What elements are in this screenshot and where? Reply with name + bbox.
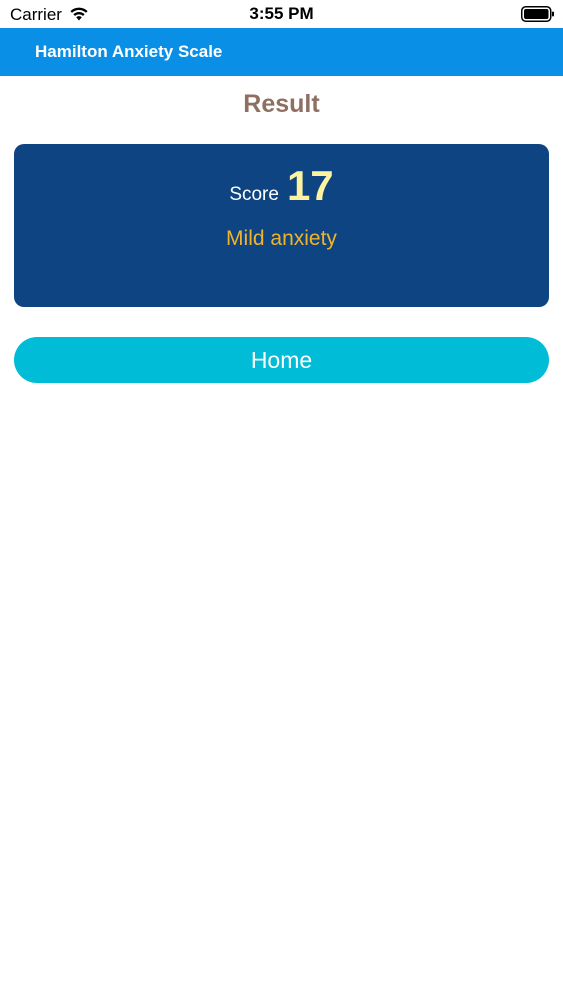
score-description: Mild anxiety — [226, 227, 337, 250]
home-button[interactable]: Home — [14, 337, 549, 383]
score-row: Score 17 — [14, 162, 549, 210]
status-bar: Carrier 3:55 PM — [0, 0, 563, 28]
score-label: Score — [229, 184, 279, 205]
page-title: Result — [243, 90, 320, 118]
battery-icon — [521, 6, 554, 22]
score-value: 17 — [286, 162, 334, 209]
app-bar: Hamilton Anxiety Scale — [0, 28, 563, 76]
result-card: Score 17 Mild anxiety — [14, 144, 549, 307]
clock: 3:55 PM — [249, 4, 314, 23]
app-title: Hamilton Anxiety Scale — [35, 42, 223, 61]
